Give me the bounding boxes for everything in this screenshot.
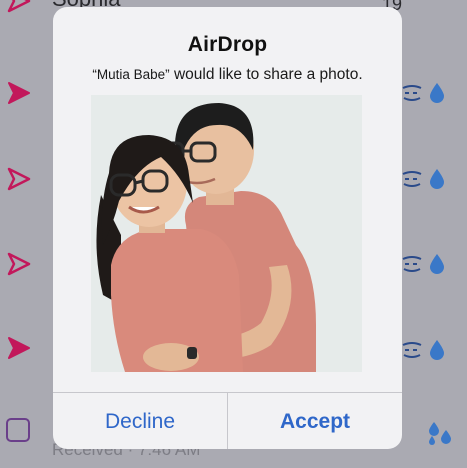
- paper-plane-icon: [6, 251, 32, 277]
- water-drops-icon: [429, 422, 451, 445]
- decline-button[interactable]: Decline: [53, 393, 227, 449]
- dialog-title: AirDrop: [187, 33, 268, 56]
- reaction-icons: [401, 249, 461, 279]
- shared-photo-preview: [91, 95, 362, 372]
- paper-plane-icon: [6, 335, 32, 361]
- square-chat-icon[interactable]: [6, 418, 30, 442]
- face-emoji-icon: [402, 85, 422, 101]
- water-drop-icon: [430, 83, 444, 103]
- face-emoji-icon: [402, 256, 422, 272]
- reaction-icons: [401, 335, 461, 365]
- water-drop-icon: [430, 340, 444, 360]
- water-drop-icon: [430, 169, 444, 189]
- airdrop-dialog: AirDrop “Mutia Babe” would like to share…: [53, 7, 402, 449]
- water-drop-icon: [430, 254, 444, 274]
- paper-plane-icon: [6, 0, 32, 14]
- dialog-message: “Mutia Babe” would like to share a photo…: [53, 66, 402, 84]
- face-emoji-icon: [402, 171, 422, 187]
- reaction-icons: [401, 164, 461, 194]
- reaction-icons: [401, 78, 461, 108]
- paper-plane-icon: [6, 166, 32, 192]
- face-emoji-icon: [402, 342, 422, 358]
- sender-name: “Mutia Babe”: [92, 67, 170, 82]
- paper-plane-icon: [6, 80, 32, 106]
- message-text: would like to share a photo.: [169, 66, 363, 83]
- couple-photo: [91, 95, 362, 372]
- accept-button[interactable]: Accept: [227, 393, 402, 449]
- dialog-button-row: Decline Accept: [53, 392, 402, 449]
